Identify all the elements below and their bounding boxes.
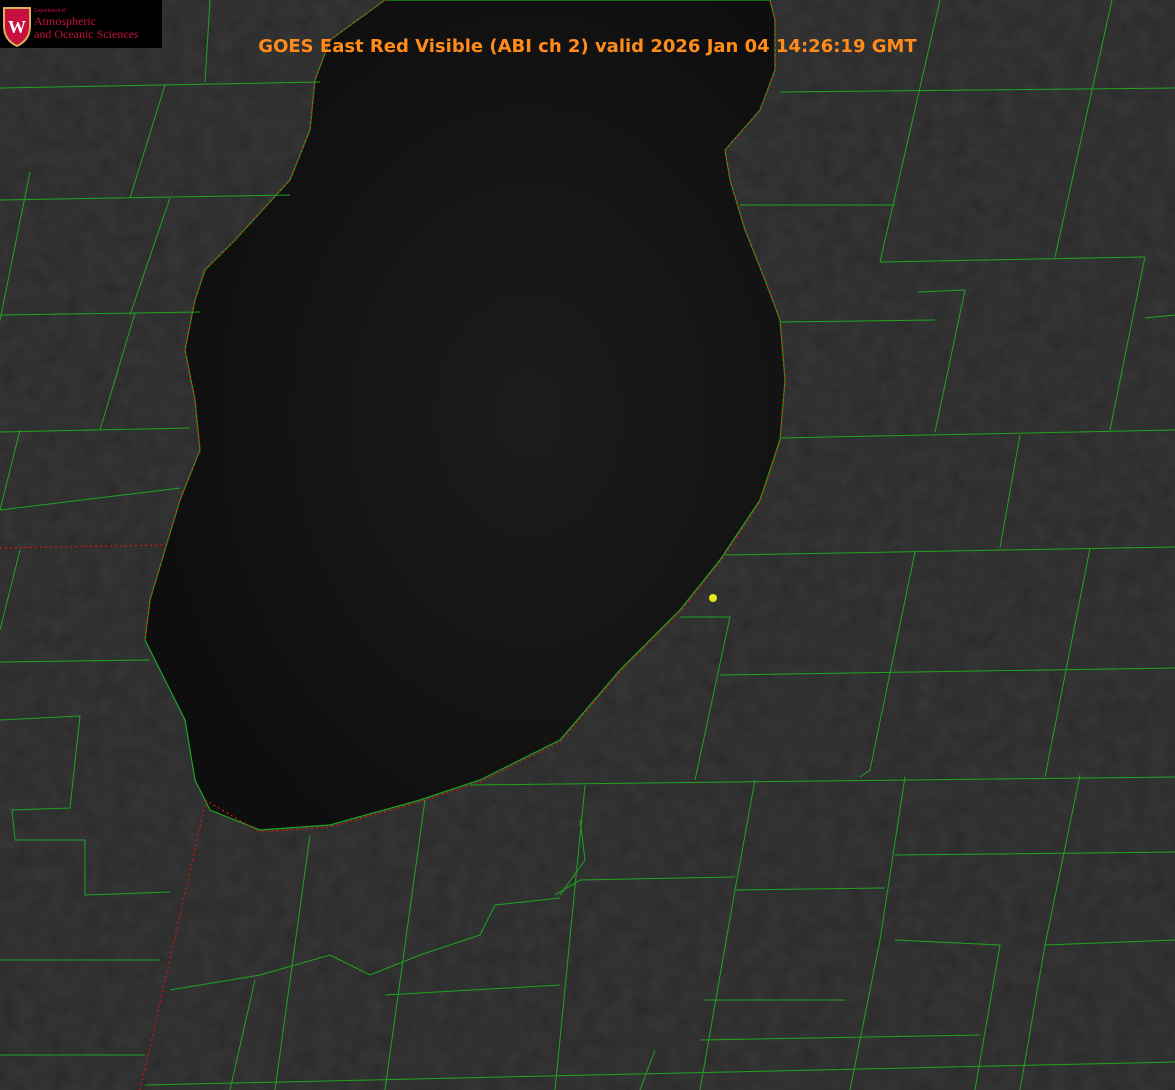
location-marker xyxy=(709,594,717,602)
svg-text:W: W xyxy=(8,17,26,37)
image-title: GOES East Red Visible (ABI ch 2) valid 2… xyxy=(258,36,917,57)
satellite-map: W Department of Atmospheric and Oceanic … xyxy=(0,0,1175,1090)
map-layer xyxy=(0,0,1175,1090)
